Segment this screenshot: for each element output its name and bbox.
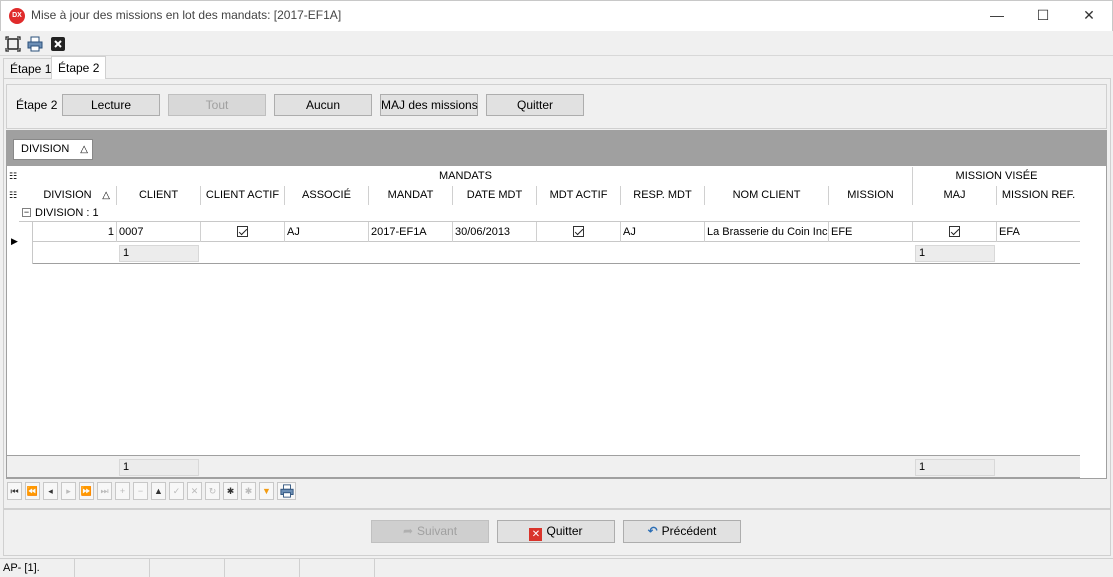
goto-bookmark-icon[interactable]: ✱ [241,482,256,500]
next-page-icon[interactable]: ⏩ [79,482,94,500]
cell-mission-ref[interactable]: EFA [997,222,1080,242]
cell-mission[interactable]: EFE [829,222,913,242]
col-header-date-mdt[interactable]: DATE MDT [453,186,537,205]
cancel-edit-icon[interactable]: ✕ [187,482,202,500]
last-record-icon[interactable]: ⏭ [97,482,112,500]
window-title: Mise à jour des missions en lot des mand… [31,8,342,22]
move-up-icon[interactable]: ▲ [151,482,166,500]
delete-icon[interactable]: − [133,482,148,500]
print-grid-icon[interactable] [277,482,296,500]
prev-record-icon[interactable]: ◂ [43,482,58,500]
data-grid: DIVISION △ ☷ MANDATS MISSION VISÉE ☷ DIV… [6,130,1107,479]
prev-page-icon[interactable]: ⏪ [25,482,40,500]
suivant-button[interactable]: ➦ Suivant [371,520,489,543]
current-row-icon: ▶ [11,236,18,246]
back-arrow-icon: ↶ [647,524,658,538]
col-header-client[interactable]: CLIENT [117,186,201,205]
status-cell [75,559,150,577]
col-header-mission[interactable]: MISSION [829,186,913,205]
group-summary-client: 1 [119,245,199,262]
maj-missions-button[interactable]: MAJ des missions [380,94,478,116]
precedent-button[interactable]: ↶ Précédent [623,520,741,543]
tout-button[interactable]: Tout [168,94,266,116]
cell-maj[interactable] [913,222,997,242]
maximize-button[interactable]: ☐ [1020,0,1066,31]
group-chip-division[interactable]: DIVISION △ [13,139,93,160]
col-header-associe[interactable]: ASSOCIÉ [285,186,369,205]
cell-client-actif[interactable] [201,222,285,242]
forward-arrow-icon: ➦ [402,524,414,538]
tab-etape-2[interactable]: Étape 2 [51,56,107,79]
column-customize-icon[interactable]: ☷ [7,186,19,205]
status-cell [150,559,225,577]
cell-associe[interactable]: AJ [285,222,369,242]
next-record-icon[interactable]: ▸ [61,482,76,500]
filter-icon[interactable]: ▼ [259,482,274,500]
checkbox-maj[interactable] [949,226,960,237]
status-cell [300,559,375,577]
group-by-panel: DIVISION △ [7,131,1106,166]
col-header-nom-client[interactable]: NOM CLIENT [705,186,829,205]
step-label: Étape 2 [16,98,58,112]
footer-summary-row: 1 1 [7,455,1080,478]
aucun-button[interactable]: Aucun [274,94,372,116]
lecture-button[interactable]: Lecture [62,94,160,116]
suivant-label: Suivant [417,524,458,538]
record-navigator: ⏮ ⏪ ◂ ▸ ⏩ ⏭ + − ▲ ✓ ✕ ↻ ✱ ✱ ▼ [6,479,1107,503]
precedent-label: Précédent [661,524,717,538]
status-cell [225,559,300,577]
col-header-client-actif[interactable]: CLIENT ACTIF [201,186,285,205]
col-header-resp-mdt[interactable]: RESP. MDT [621,186,705,205]
quitter-step-button[interactable]: Quitter [486,94,584,116]
sort-asc-icon: △ [80,144,88,155]
status-text: AP- [1]. [0,559,75,577]
cell-division: 1 [33,222,117,242]
footer-summary-client: 1 [119,459,199,476]
cell-date-mdt[interactable]: 30/06/2013 [453,222,537,242]
group-row-label: DIVISION : 1 [35,207,99,219]
footer-summary-maj: 1 [915,459,995,476]
fit-window-icon[interactable] [5,36,21,52]
toolbar [0,31,1113,56]
refresh-icon[interactable]: ↻ [205,482,220,500]
collapse-icon[interactable]: − [22,208,31,217]
quitter-button[interactable]: ✕ Quitter [497,520,615,543]
col-header-mandat[interactable]: MANDAT [369,186,453,205]
cell-mdt-actif[interactable] [537,222,621,242]
col-header-mission-ref[interactable]: MISSION REF. [997,186,1080,205]
cell-mandat[interactable]: 2017-EF1A [369,222,453,242]
col-header-maj[interactable]: MAJ [913,186,997,205]
status-bar: AP- [1]. [0,558,1113,577]
close-red-icon: ✕ [529,528,543,541]
bookmark-icon[interactable]: ✱ [223,482,238,500]
col-header-mdt-actif[interactable]: MDT ACTIF [537,186,621,205]
group-row[interactable]: − DIVISION : 1 [19,206,1080,221]
insert-icon[interactable]: + [115,482,130,500]
close-icon[interactable] [50,36,66,52]
group-summary-maj: 1 [915,245,995,262]
checkbox-client-actif[interactable] [237,226,248,237]
quitter-label: Quitter [546,524,583,538]
band-mission-visee: MISSION VISÉE [913,167,1080,186]
col-header-division-label: DIVISION [43,189,92,201]
first-record-icon[interactable]: ⏮ [7,482,22,500]
sort-asc-icon: △ [102,190,110,201]
row-indicator[interactable]: ▶ [7,222,33,264]
col-header-division[interactable]: DIVISION △ [19,186,117,205]
app-icon: DX [9,8,25,24]
minimize-button[interactable]: — [974,0,1020,31]
edit-icon[interactable]: ✓ [169,482,184,500]
cell-resp-mdt[interactable]: AJ [621,222,705,242]
print-icon[interactable] [27,36,43,52]
checkbox-mdt-actif[interactable] [573,226,584,237]
close-window-button[interactable]: ✕ [1066,0,1112,31]
table-row[interactable]: 1 0007 AJ 2017-EF1A 30/06/2013 AJ La Bra… [33,222,1080,242]
group-chip-label: DIVISION [21,143,70,155]
band-customize-icon[interactable]: ☷ [7,167,19,186]
cell-nom-client[interactable]: La Brasserie du Coin Inc. [705,222,829,242]
group-summary-row: 1 1 [33,242,1080,264]
band-mandats: MANDATS [19,167,913,186]
cell-client[interactable]: 0007 [117,222,201,242]
